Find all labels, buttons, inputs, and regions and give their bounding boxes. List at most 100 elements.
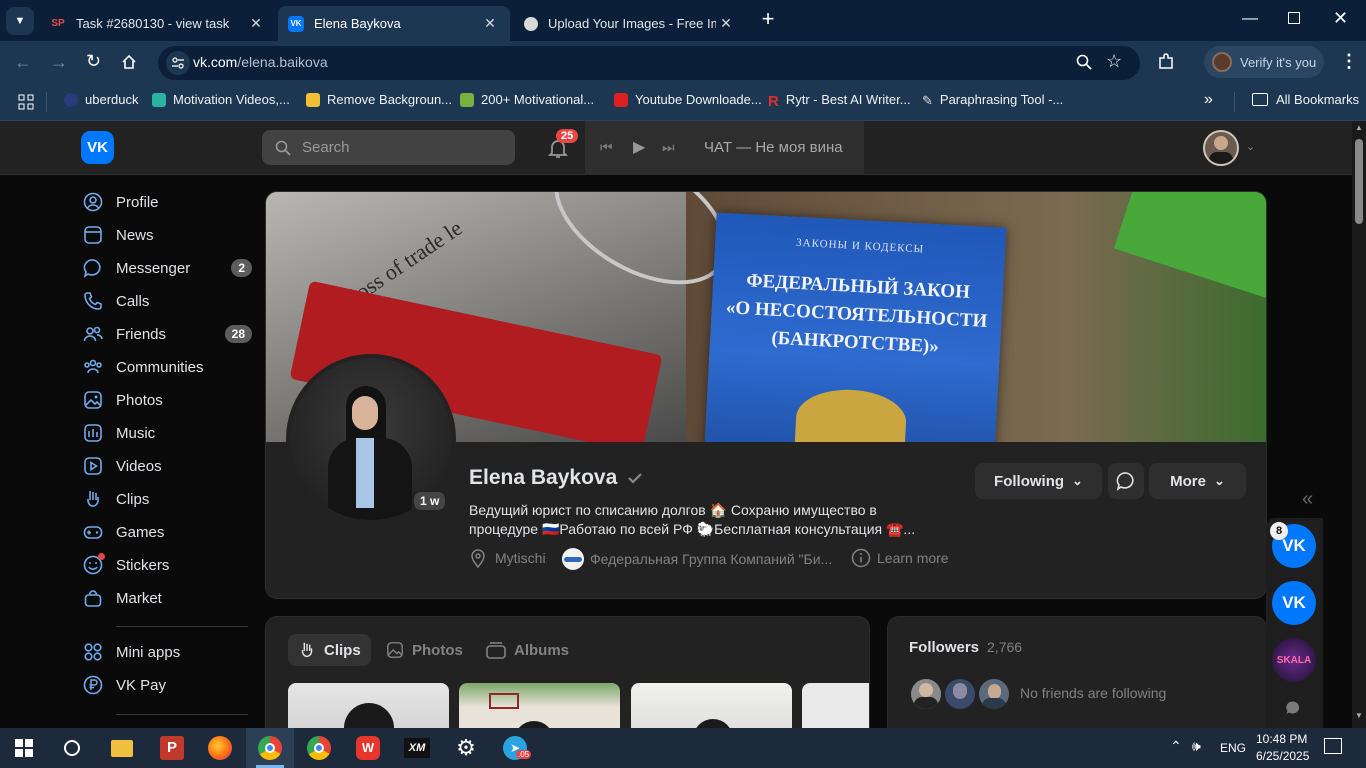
- taskbar-wps[interactable]: W: [344, 728, 392, 768]
- taskbar-telegram[interactable]: ➤ .05: [491, 728, 539, 768]
- rail-compose-icon[interactable]: [1285, 700, 1301, 721]
- follower-avatar[interactable]: [909, 677, 943, 711]
- close-tab-icon[interactable]: ✕: [480, 15, 500, 32]
- page-scrollbar[interactable]: ▲ ▼: [1352, 121, 1366, 728]
- learn-more-link[interactable]: Learn more: [851, 548, 949, 568]
- player-track-title[interactable]: ЧАТ — Не моя вина: [704, 139, 843, 156]
- user-avatar[interactable]: [1203, 130, 1239, 166]
- extensions-icon[interactable]: [1157, 53, 1175, 76]
- bookmark-remove-background[interactable]: Remove Backgroun...: [306, 92, 452, 107]
- sidebar-item-friends[interactable]: Friends 28: [82, 319, 252, 349]
- bookmark-youtube-downloader[interactable]: Youtube Downloade...: [614, 92, 762, 107]
- start-button[interactable]: [0, 728, 48, 768]
- browser-tab-vk[interactable]: VK Elena Baykova ✕: [278, 6, 510, 41]
- next-track-icon[interactable]: ⏭: [662, 139, 675, 156]
- rail-skala-chat[interactable]: SKALA: [1272, 638, 1316, 682]
- browser-tab-task[interactable]: SP Task #2680130 - view task ✕: [40, 6, 276, 41]
- sidebar-item-market[interactable]: Market: [82, 583, 252, 613]
- search-button[interactable]: [48, 728, 96, 768]
- sidebar-item-communities[interactable]: Communities: [82, 352, 252, 382]
- browser-tab-upload[interactable]: Upload Your Images - Free Imag ✕: [514, 6, 746, 41]
- scrollbar-thumb[interactable]: [1355, 139, 1363, 224]
- bookmark-star-icon[interactable]: ☆: [1106, 51, 1122, 72]
- taskbar-chrome-active[interactable]: [246, 728, 294, 768]
- zoom-icon[interactable]: [1076, 54, 1092, 75]
- collapse-rail-icon[interactable]: «: [1302, 488, 1313, 511]
- quill-icon: ✎: [922, 92, 933, 108]
- reload-icon[interactable]: ↻: [86, 51, 101, 72]
- cover-green-panel: [1113, 192, 1266, 311]
- profile-company[interactable]: Федеральная Группа Компаний "Би...: [562, 548, 832, 570]
- sidebar-item-vk-pay[interactable]: VK Pay: [82, 670, 252, 700]
- close-window-icon[interactable]: ✕: [1333, 8, 1348, 29]
- back-icon[interactable]: ←: [14, 52, 32, 73]
- notification-center-icon[interactable]: [1324, 738, 1342, 754]
- sidebar-item-messenger[interactable]: Messenger 2: [82, 253, 252, 283]
- new-tab-button[interactable]: +: [756, 8, 780, 32]
- taskbar-settings[interactable]: ⚙: [442, 728, 490, 768]
- play-icon[interactable]: ▶: [633, 137, 645, 157]
- follower-avatar[interactable]: [977, 677, 1011, 711]
- taskbar-firefox[interactable]: [196, 728, 244, 768]
- url-text: vk.com/elena.baikova: [193, 54, 328, 70]
- forward-icon[interactable]: →: [50, 52, 68, 73]
- message-button[interactable]: [1108, 463, 1144, 499]
- sidebar-item-music[interactable]: Music: [82, 418, 252, 448]
- sidebar-item-videos[interactable]: Videos: [82, 451, 252, 481]
- previous-track-icon[interactable]: ⏮: [600, 139, 613, 156]
- taskbar-xm[interactable]: XM: [393, 728, 441, 768]
- profile-location[interactable]: Mytischi: [469, 548, 546, 568]
- restore-icon[interactable]: [1288, 12, 1300, 24]
- rail-vk-chat[interactable]: VK: [1272, 581, 1316, 625]
- sidebar-item-mini-apps[interactable]: Mini apps: [82, 637, 252, 667]
- taskbar-file-explorer[interactable]: [98, 728, 146, 768]
- scroll-down-icon[interactable]: ▼: [1355, 711, 1363, 720]
- notifications-button[interactable]: 25: [544, 129, 579, 163]
- vk-logo[interactable]: VK: [81, 131, 114, 164]
- chrome-menu-icon[interactable]: ⋮: [1340, 51, 1358, 72]
- sidebar-item-stickers[interactable]: Stickers: [82, 550, 252, 580]
- scroll-up-icon[interactable]: ▲: [1355, 123, 1363, 132]
- show-hidden-icons-icon[interactable]: ⌃: [1170, 738, 1182, 755]
- minimize-icon[interactable]: —: [1240, 10, 1260, 28]
- clip-frame: [489, 693, 519, 709]
- home-icon[interactable]: [121, 54, 137, 70]
- bookmark-motivational[interactable]: 200+ Motivational...: [460, 92, 594, 107]
- tab-photos[interactable]: Photos: [386, 634, 463, 666]
- follower-avatar[interactable]: [943, 677, 977, 711]
- address-bar[interactable]: vk.com/elena.baikova ☆: [158, 46, 1140, 80]
- all-bookmarks-button[interactable]: All Bookmarks: [1252, 92, 1359, 107]
- sidebar-item-clips[interactable]: Clips: [82, 484, 252, 514]
- tab-search-button[interactable]: ▼: [6, 7, 34, 35]
- close-tab-icon[interactable]: ✕: [716, 15, 736, 32]
- clock-time[interactable]: 10:48 PM: [1256, 732, 1307, 746]
- apps-grid-icon[interactable]: [18, 94, 34, 113]
- more-button[interactable]: More ⌄: [1149, 463, 1246, 499]
- bookmark-paraphrasing[interactable]: ✎ Paraphrasing Tool -...: [922, 92, 1063, 108]
- bookmark-uberduck[interactable]: uberduck: [64, 92, 138, 107]
- verify-identity-button[interactable]: Verify it's you: [1204, 46, 1324, 78]
- volume-icon[interactable]: 🕪: [1192, 738, 1201, 755]
- sidebar-item-photos[interactable]: Photos: [82, 385, 252, 415]
- sidebar-item-profile[interactable]: Profile: [82, 187, 252, 217]
- chevron-down-icon[interactable]: ⌄: [1246, 140, 1255, 153]
- bookmark-motivation-videos[interactable]: Motivation Videos,...: [152, 92, 290, 107]
- language-indicator[interactable]: ENG: [1220, 741, 1246, 755]
- following-button[interactable]: Following ⌄: [975, 463, 1102, 499]
- more-bookmarks-icon[interactable]: »: [1204, 91, 1213, 109]
- tab-clips[interactable]: Clips: [288, 634, 371, 666]
- sidebar-item-calls[interactable]: Calls: [82, 286, 252, 316]
- taskbar-chrome[interactable]: [295, 728, 343, 768]
- followers-header[interactable]: Followers 2,766: [909, 639, 1022, 656]
- sidebar-item-news[interactable]: News: [82, 220, 252, 250]
- browser-toolbar: ← → ↻ vk.com/elena.baikova ☆ Verify it's…: [0, 41, 1366, 84]
- verified-check-icon[interactable]: [626, 469, 644, 487]
- search-input[interactable]: Search: [262, 130, 515, 165]
- sidebar-item-games[interactable]: Games: [82, 517, 252, 547]
- clock-date[interactable]: 6/25/2025: [1256, 749, 1309, 763]
- bookmark-rytr[interactable]: R Rytr - Best AI Writer...: [768, 92, 911, 110]
- taskbar-app-p[interactable]: P: [148, 728, 196, 768]
- close-tab-icon[interactable]: ✕: [246, 15, 266, 32]
- tab-albums[interactable]: Albums: [486, 634, 569, 666]
- site-info-icon[interactable]: [166, 51, 190, 75]
